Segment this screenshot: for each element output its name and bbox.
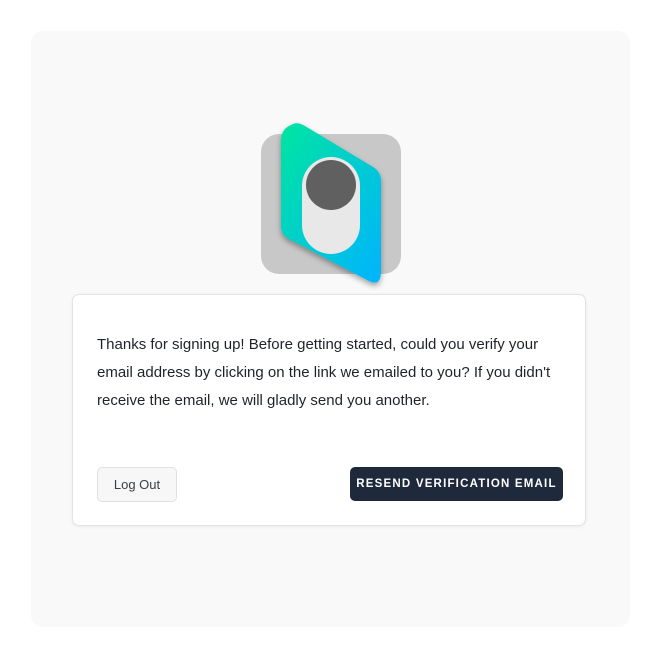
verification-message: Thanks for signing up! Before getting st… (97, 336, 551, 409)
logout-button[interactable]: Log Out (97, 467, 177, 502)
page-container: Thanks for signing up! Before getting st… (31, 31, 630, 627)
application-logo-icon (261, 121, 401, 291)
verification-card: Thanks for signing up! Before getting st… (72, 294, 586, 526)
resend-verification-email-button[interactable]: RESEND VERIFICATION EMAIL (350, 467, 563, 501)
